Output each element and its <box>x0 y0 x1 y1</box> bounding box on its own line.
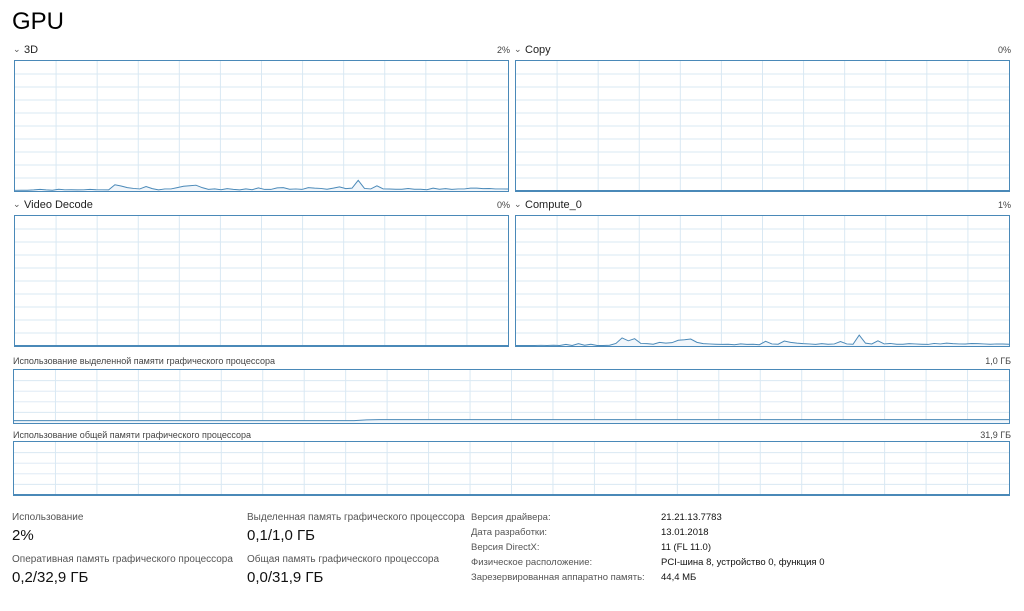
engine-percent: 2% <box>496 45 510 55</box>
driver-version-value: 21.21.13.7783 <box>661 512 722 523</box>
chevron-down-icon[interactable]: ⌄ <box>514 199 523 210</box>
engine-graph-svg <box>15 216 508 346</box>
engine-percent: 0% <box>997 45 1011 55</box>
shared-memory-max: 31,9 ГБ <box>980 430 1011 440</box>
engine-graph-copy <box>515 60 1010 192</box>
engine-graph-svg <box>15 61 508 191</box>
physical-location-key: Физическое расположение: <box>471 557 593 568</box>
physical-location-value: PCI-шина 8, устройство 0, функция 0 <box>661 557 825 568</box>
memory-graph-svg <box>14 370 1009 423</box>
engine-label: Video Decode <box>24 199 93 211</box>
dedicated-memory-label: Использование выделенной памяти графичес… <box>13 356 275 366</box>
chevron-down-icon[interactable]: ⌄ <box>13 199 22 210</box>
driver-date-value: 13.01.2018 <box>661 527 709 538</box>
engine-percent: 1% <box>997 200 1011 210</box>
engine-graph-video-decode <box>14 215 509 347</box>
driver-date-key: Дата разработки: <box>471 527 548 538</box>
engine-selector-3d[interactable]: ⌄ 3D <box>13 43 38 57</box>
engine-graph-svg <box>516 61 1009 191</box>
usage-value: 2% <box>12 527 34 544</box>
shared-memory-graph <box>13 441 1010 496</box>
gpu-ram-label: Оперативная память графического процессо… <box>12 554 233 565</box>
engine-graph-compute <box>515 215 1010 347</box>
shared-memory-label: Использование общей памяти графического … <box>13 430 252 440</box>
engine-percent: 0% <box>496 200 510 210</box>
reserved-memory-key: Зарезервированная аппаратно память: <box>471 572 645 583</box>
chevron-down-icon[interactable]: ⌄ <box>13 44 22 55</box>
dedicated-memory-graph <box>13 369 1010 424</box>
engine-label: Compute_0 <box>525 199 582 211</box>
engine-graph-svg <box>516 216 1009 346</box>
engine-label: 3D <box>24 44 39 56</box>
engine-label: Copy <box>525 44 551 56</box>
memory-graph-svg <box>14 442 1009 495</box>
shared-memory-stat-label: Общая память графического процессора <box>247 554 440 565</box>
directx-version-value: 11 (FL 11.0) <box>661 542 711 553</box>
driver-version-key: Версия драйвера: <box>471 512 551 523</box>
gpu-ram-value: 0,2/32,9 ГБ <box>12 569 89 586</box>
shared-memory-stat-value: 0,0/31,9 ГБ <box>247 569 324 586</box>
engine-selector-compute[interactable]: ⌄ Compute_0 <box>514 198 582 212</box>
engine-selector-copy[interactable]: ⌄ Copy <box>514 43 551 57</box>
directx-version-key: Версия DirectX: <box>471 542 540 553</box>
dedicated-memory-max: 1,0 ГБ <box>985 356 1011 366</box>
reserved-memory-value: 44,4 МБ <box>661 572 697 583</box>
usage-label: Использование <box>12 512 84 523</box>
page-title: GPU <box>12 8 65 35</box>
dedicated-memory-stat-label: Выделенная память графического процессор… <box>247 512 465 523</box>
dedicated-memory-stat-value: 0,1/1,0 ГБ <box>247 527 316 544</box>
engine-selector-video-decode[interactable]: ⌄ Video Decode <box>13 198 93 212</box>
engine-graph-3d <box>14 60 509 192</box>
chevron-down-icon[interactable]: ⌄ <box>514 44 523 55</box>
